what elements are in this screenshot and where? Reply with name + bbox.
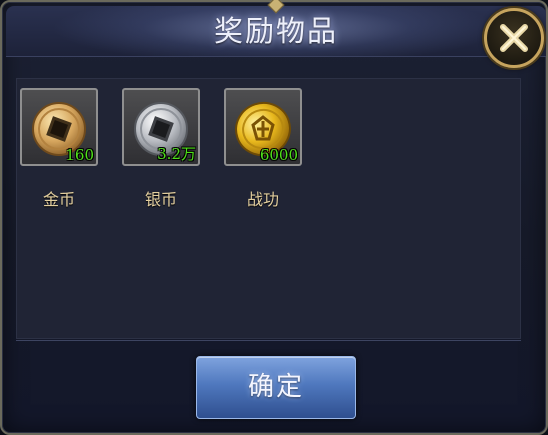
confirm-button-label: 确定 <box>247 372 304 402</box>
close-icon <box>500 24 528 52</box>
footer-divider <box>16 340 521 341</box>
item-name: 金币 <box>42 190 75 209</box>
item-name: 战功 <box>246 190 279 209</box>
item-quantity: 6000 <box>259 146 298 164</box>
item-quantity: 3.2万 <box>157 145 196 163</box>
item-slot[interactable]: 3.2万 <box>122 88 200 166</box>
confirm-button[interactable]: 确定 <box>196 356 356 419</box>
dialog-title: 奖励物品 <box>213 14 338 48</box>
close-button[interactable] <box>484 8 544 68</box>
item-slot[interactable]: 6000 <box>224 88 302 166</box>
reward-list-area: 160 金币 3.2万 银币 6000 战功 <box>16 78 521 339</box>
item-name: 银币 <box>144 190 177 209</box>
item-quantity: 160 <box>65 146 94 164</box>
reward-dialog: 奖励物品 160 金币 3.2万 银币 6000 战功 确定 <box>0 0 548 435</box>
item-slot[interactable]: 160 <box>20 88 98 166</box>
